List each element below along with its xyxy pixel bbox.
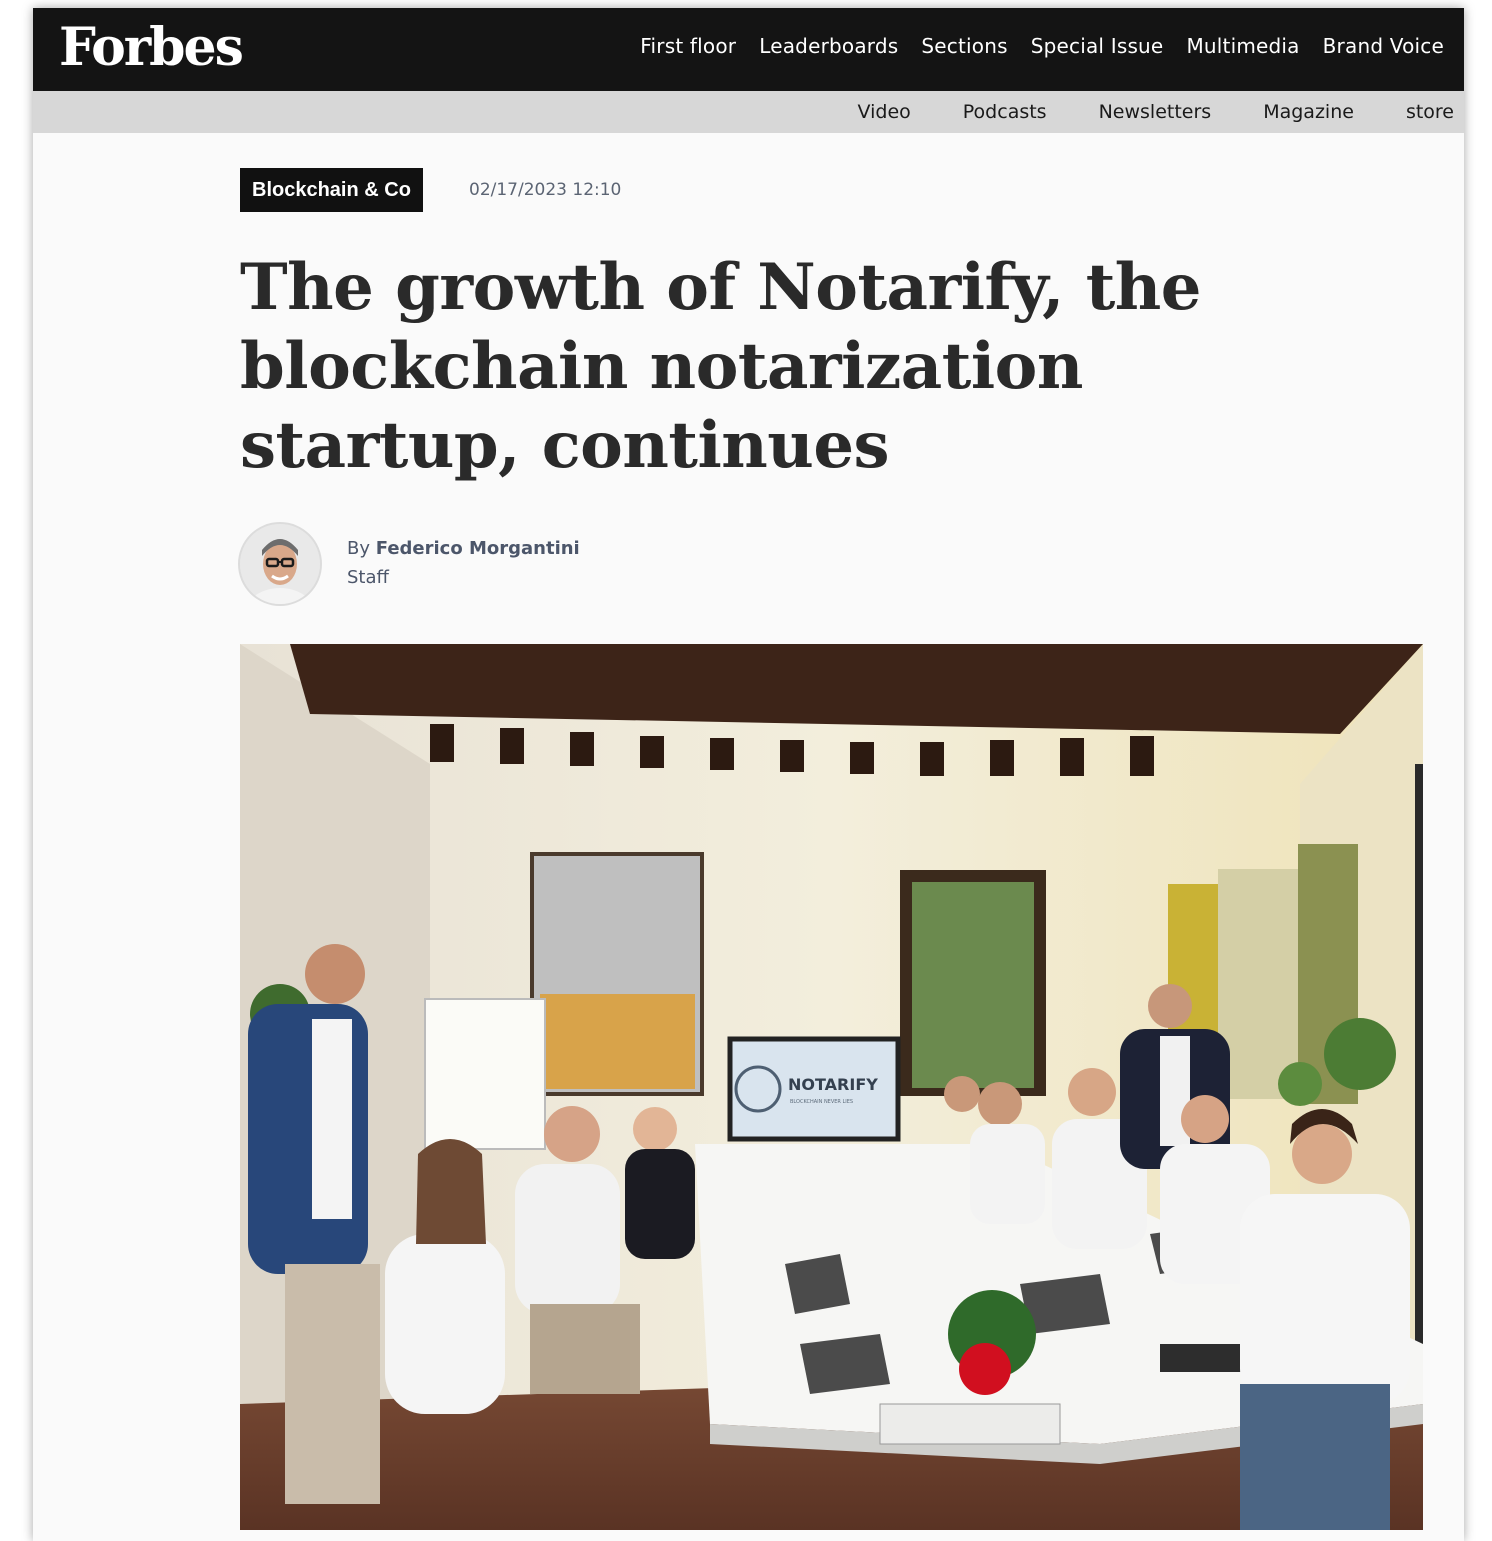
article-hero-image: NOTARIFY BLOCKCHAIN NEVER LIES <box>240 644 1423 1530</box>
nav-brand-voice[interactable]: Brand Voice <box>1323 34 1444 58</box>
nav-special-issue[interactable]: Special Issue <box>1031 34 1164 58</box>
team-office-photo: NOTARIFY BLOCKCHAIN NEVER LIES <box>240 644 1423 1530</box>
subnav-podcasts[interactable]: Podcasts <box>963 101 1047 123</box>
author-byline: By Federico Morgantini <box>347 538 580 559</box>
nav-multimedia[interactable]: Multimedia <box>1186 34 1299 58</box>
tv-tagline-text: BLOCKCHAIN NEVER LIES <box>790 1099 853 1105</box>
browser-page: Forbes First floor Leaderboards Sections… <box>33 8 1464 1541</box>
author-avatar[interactable] <box>240 524 320 604</box>
main-nav: First floor Leaderboards Sections Specia… <box>640 8 1444 83</box>
subnav-magazine[interactable]: Magazine <box>1263 101 1354 123</box>
author-role: Staff <box>347 567 389 588</box>
nav-leaderboards[interactable]: Leaderboards <box>759 34 898 58</box>
nav-sections[interactable]: Sections <box>921 34 1007 58</box>
subnav-store[interactable]: store <box>1406 101 1454 123</box>
nav-first-floor[interactable]: First floor <box>640 34 736 58</box>
tv-brand-text: NOTARIFY <box>788 1075 878 1094</box>
publish-date: 02/17/2023 12:10 <box>469 180 622 200</box>
article-headline: The growth of Notarify, the blockchain n… <box>240 250 1202 483</box>
secondary-navigation-bar: Video Podcasts Newsletters Magazine stor… <box>33 91 1464 133</box>
subnav-video[interactable]: Video <box>858 101 911 123</box>
subnav-newsletters[interactable]: Newsletters <box>1099 101 1212 123</box>
author-name-link[interactable]: Federico Morgantini <box>376 538 580 559</box>
forbes-logo[interactable]: Forbes <box>59 16 244 80</box>
category-badge[interactable]: Blockchain & Co <box>240 168 423 212</box>
byline-prefix: By <box>347 538 371 559</box>
sub-nav: Video Podcasts Newsletters Magazine stor… <box>858 91 1454 133</box>
author-portrait-icon <box>240 524 320 604</box>
top-navigation-bar: Forbes First floor Leaderboards Sections… <box>33 8 1464 91</box>
